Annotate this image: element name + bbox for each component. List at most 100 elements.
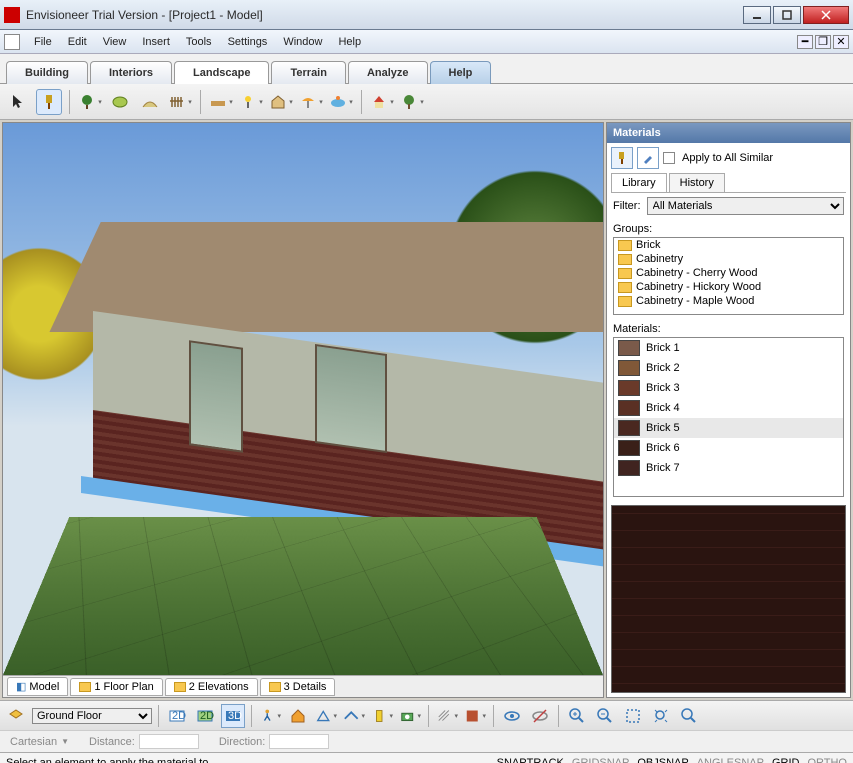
shed-tool[interactable] xyxy=(268,89,294,115)
snap-objsnap[interactable]: OBJSNAP xyxy=(637,757,688,763)
tab-help[interactable]: Help xyxy=(430,61,492,84)
view-tab-3-details[interactable]: 3 Details xyxy=(260,678,336,696)
material-item[interactable]: Brick 1 xyxy=(614,338,843,358)
tab-interiors[interactable]: Interiors xyxy=(90,61,172,84)
mdi-minimize-button[interactable]: ━ xyxy=(797,35,813,49)
umbrella-tool[interactable] xyxy=(298,89,324,115)
menu-help[interactable]: Help xyxy=(330,33,369,51)
view-angle-button[interactable] xyxy=(314,704,338,728)
zoom-window-button[interactable] xyxy=(621,704,645,728)
mdi-restore-button[interactable]: ❐ xyxy=(815,35,831,49)
lighting-tool[interactable] xyxy=(238,89,264,115)
view-preset-button[interactable] xyxy=(342,704,366,728)
tab-landscape[interactable]: Landscape xyxy=(174,61,269,84)
tree-tool[interactable] xyxy=(399,89,425,115)
menu-settings[interactable]: Settings xyxy=(220,33,276,51)
material-item[interactable]: Brick 5 xyxy=(614,418,843,438)
3d-view-button[interactable]: 3D xyxy=(221,704,245,728)
house-window xyxy=(315,344,387,453)
direction-input[interactable] xyxy=(269,734,329,749)
camera-button[interactable] xyxy=(398,704,422,728)
materials-list[interactable]: Brick 1Brick 2Brick 3Brick 4Brick 5Brick… xyxy=(613,337,844,497)
floor-select[interactable]: Ground Floor xyxy=(32,708,152,724)
home-view-button[interactable] xyxy=(286,704,310,728)
zoom-in-button[interactable] xyxy=(565,704,589,728)
group-item[interactable]: Cabinetry - Maple Wood xyxy=(614,294,843,308)
filter-select[interactable]: All Materials xyxy=(647,197,845,215)
material-item[interactable]: Brick 2 xyxy=(614,358,843,378)
group-item[interactable]: Cabinetry xyxy=(614,252,843,266)
2d-view-button[interactable]: 2D xyxy=(165,704,189,728)
group-item[interactable]: Cabinetry - Hickory Wood xyxy=(614,280,843,294)
mdi-close-button[interactable]: ✕ xyxy=(833,35,849,49)
menu-file[interactable]: File xyxy=(26,33,60,51)
apply-all-checkbox[interactable] xyxy=(663,152,675,164)
material-item[interactable]: Brick 3 xyxy=(614,378,843,398)
select-tool[interactable] xyxy=(6,89,32,115)
minimize-button[interactable] xyxy=(743,6,771,24)
show-button[interactable] xyxy=(500,704,524,728)
svg-text:2D: 2D xyxy=(172,710,186,722)
deck-tool[interactable] xyxy=(208,89,234,115)
material-item[interactable]: Brick 6 xyxy=(614,438,843,458)
paint-mode-button[interactable] xyxy=(611,147,633,169)
view-tab-1-floor-plan[interactable]: 1 Floor Plan xyxy=(70,678,162,696)
group-item[interactable]: Brick xyxy=(614,238,843,252)
gazebo-tool[interactable] xyxy=(369,89,395,115)
3d-scene[interactable] xyxy=(3,123,603,675)
2d-color-button[interactable]: 2D xyxy=(193,704,217,728)
folder-icon xyxy=(174,682,186,692)
material-item[interactable]: Brick 4 xyxy=(614,398,843,418)
eyedropper-button[interactable] xyxy=(637,147,659,169)
maximize-button[interactable] xyxy=(773,6,801,24)
hatch-button[interactable] xyxy=(435,704,459,728)
zoom-fit-button[interactable] xyxy=(677,704,701,728)
snap-anglesnap[interactable]: ANGLESNAP xyxy=(697,757,764,763)
tab-terrain[interactable]: Terrain xyxy=(271,61,345,84)
materials-tab-history[interactable]: History xyxy=(669,173,725,192)
plant-tool[interactable] xyxy=(77,89,103,115)
folder-icon xyxy=(618,254,632,265)
hide-button[interactable] xyxy=(528,704,552,728)
snap-gridsnap[interactable]: GRIDSNAP xyxy=(572,757,629,763)
material-swatch xyxy=(618,440,640,456)
menu-insert[interactable]: Insert xyxy=(134,33,178,51)
garden-bed-tool[interactable] xyxy=(107,89,133,115)
groups-list[interactable]: BrickCabinetryCabinetry - Cherry WoodCab… xyxy=(613,237,844,315)
walk-tool[interactable] xyxy=(258,704,282,728)
zoom-extents-button[interactable] xyxy=(649,704,673,728)
status-bar: Select an element to apply the material … xyxy=(0,752,853,763)
close-button[interactable] xyxy=(803,6,849,24)
layers-button[interactable] xyxy=(4,704,28,728)
menu-tools[interactable]: Tools xyxy=(178,33,220,51)
material-swatch xyxy=(618,380,640,396)
snap-grid[interactable]: GRID xyxy=(772,757,800,763)
zoom-out-button[interactable] xyxy=(593,704,617,728)
bottom-toolbar: Ground Floor 2D 2D 3D xyxy=(0,700,853,730)
landscape-toolbar xyxy=(0,84,853,120)
terrain-grass xyxy=(3,517,603,675)
material-item[interactable]: Brick 7 xyxy=(614,458,843,478)
material-swatch xyxy=(618,400,640,416)
path-tool[interactable] xyxy=(137,89,163,115)
coord-mode-label[interactable]: Cartesian xyxy=(10,736,57,748)
menu-view[interactable]: View xyxy=(95,33,135,51)
material-swatch xyxy=(618,360,640,376)
pool-tool[interactable] xyxy=(328,89,354,115)
snap-snaptrack[interactable]: SNAPTRACK xyxy=(497,757,564,763)
fence-tool[interactable] xyxy=(167,89,193,115)
snap-ortho[interactable]: ORTHO xyxy=(807,757,847,763)
section-button[interactable] xyxy=(370,704,394,728)
distance-input[interactable] xyxy=(139,734,199,749)
view-tab-model[interactable]: ◧Model xyxy=(7,677,68,696)
paint-tool[interactable] xyxy=(36,89,62,115)
tab-building[interactable]: Building xyxy=(6,61,88,84)
materials-tab-library[interactable]: Library xyxy=(611,173,667,192)
menu-edit[interactable]: Edit xyxy=(60,33,95,51)
view-tab-2-elevations[interactable]: 2 Elevations xyxy=(165,678,258,696)
model-icon: ◧ xyxy=(16,680,26,693)
group-item[interactable]: Cabinetry - Cherry Wood xyxy=(614,266,843,280)
tab-analyze[interactable]: Analyze xyxy=(348,61,428,84)
texture-button[interactable] xyxy=(463,704,487,728)
menu-window[interactable]: Window xyxy=(275,33,330,51)
